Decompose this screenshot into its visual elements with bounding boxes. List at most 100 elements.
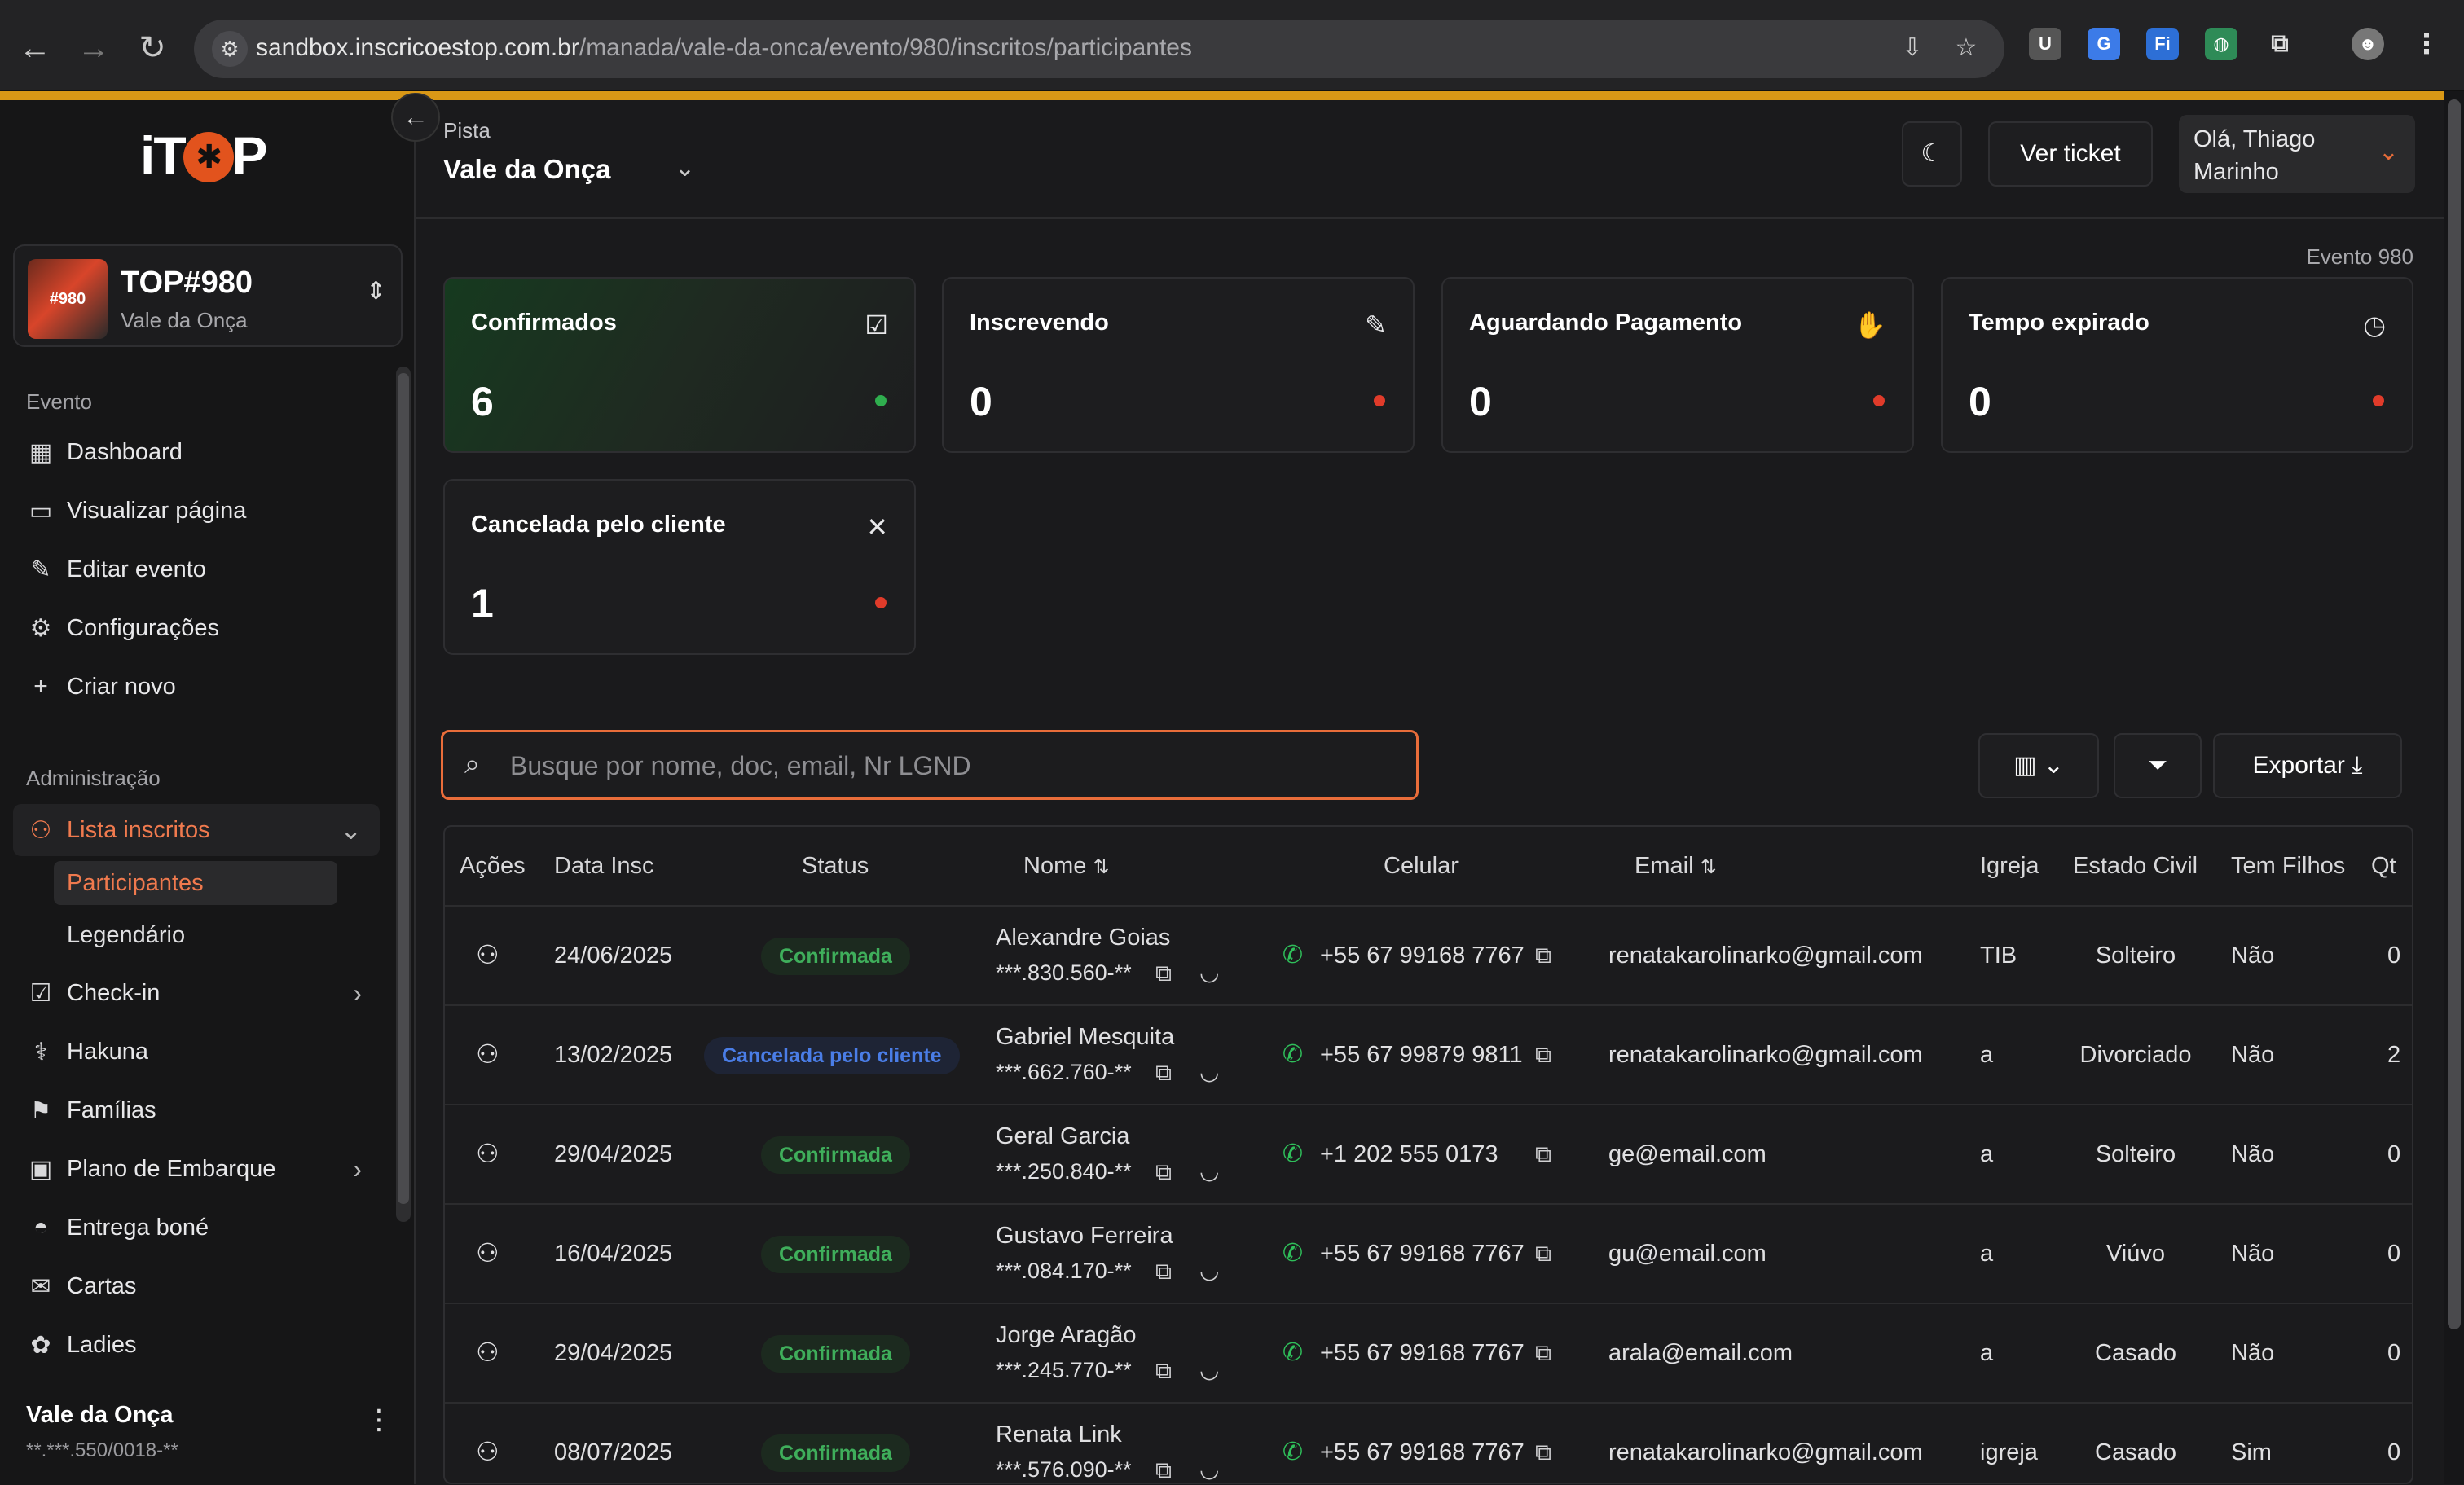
eye-closed-icon[interactable]: ◡ — [1199, 1058, 1219, 1085]
header-celular[interactable]: Celular — [1384, 827, 1459, 905]
sidebar-item-configuracoes[interactable]: ⚙ Configurações — [13, 602, 380, 654]
kebab-menu-icon[interactable]: ⋮ — [365, 1404, 393, 1436]
columns-toggle-button[interactable]: ▥ ⌄ — [1978, 733, 2099, 798]
ver-ticket-button[interactable]: Ver ticket — [1988, 121, 2153, 187]
sort-icon[interactable]: ⇅ — [1093, 856, 1109, 878]
itop-logo[interactable]: iT ✱ P — [140, 125, 268, 187]
copy-icon[interactable]: ⧉ — [1535, 1141, 1551, 1168]
bookmark-star-icon[interactable]: ☆ — [1947, 29, 1985, 67]
whatsapp-icon[interactable]: ✆ — [1283, 941, 1303, 969]
sidebar-item-dashboard[interactable]: ▦ Dashboard — [13, 426, 380, 478]
copy-icon[interactable]: ⧉ — [1535, 1042, 1551, 1069]
table-row[interactable]: ⚇ 29/04/2025 Confirmada Geral Garcia ***.250… — [445, 1104, 2412, 1203]
copy-icon[interactable]: ⧉ — [1535, 1241, 1551, 1268]
event-selector[interactable]: #980 TOP#980 Vale da Onça ⇕ — [13, 244, 403, 347]
pista-select[interactable]: Vale da Onça — [443, 154, 610, 185]
translate-extension-icon[interactable]: G — [2088, 28, 2120, 60]
sort-icon[interactable]: ⇅ — [1701, 856, 1717, 878]
card-inscrevendo[interactable]: Inscrevendo ✎ 0 — [942, 277, 1415, 453]
whatsapp-icon[interactable]: ✆ — [1283, 1438, 1303, 1466]
eye-closed-icon[interactable]: ◡ — [1199, 1257, 1219, 1284]
profile-avatar-icon[interactable]: ☻ — [2352, 28, 2384, 60]
shield-extension-icon[interactable]: U — [2029, 28, 2061, 60]
sidebar-item-ladies[interactable]: ✿ Ladies — [13, 1319, 380, 1371]
header-data-insc[interactable]: Data Insc — [554, 827, 654, 905]
copy-icon[interactable]: ⧉ — [1535, 1340, 1551, 1367]
sidebar-subitem-legendario[interactable]: Legendário — [54, 913, 337, 957]
copy-icon[interactable]: ⧉ — [1155, 960, 1172, 987]
search-field[interactable]: ⌕ — [441, 730, 1419, 800]
copy-icon[interactable]: ⧉ — [1535, 1439, 1551, 1466]
header-igreja[interactable]: Igreja — [1980, 827, 2039, 905]
user-icon[interactable]: ⚇ — [476, 1337, 499, 1368]
card-tempo-expirado[interactable]: Tempo expirado ◷ 0 — [1941, 277, 2413, 453]
copy-icon[interactable]: ⧉ — [1155, 1159, 1172, 1186]
url-text[interactable]: sandbox.inscricoestop.com.br/manada/vale… — [256, 34, 1192, 62]
sidebar-item-criar-novo[interactable]: + Criar novo — [13, 661, 380, 713]
whatsapp-icon[interactable]: ✆ — [1283, 1338, 1303, 1367]
sidebar-item-entrega-bone[interactable]: ◓ Entrega boné — [13, 1202, 380, 1254]
sidebar-scrollbar-thumb[interactable] — [398, 373, 409, 1204]
security-extension-icon[interactable]: ◍ — [2205, 28, 2237, 60]
eye-closed-icon[interactable]: ◡ — [1199, 1158, 1219, 1184]
theme-toggle-button[interactable]: ☾ — [1902, 121, 1962, 187]
user-icon[interactable]: ⚇ — [476, 1138, 499, 1169]
copy-icon[interactable]: ⧉ — [1155, 1259, 1172, 1285]
card-confirmados[interactable]: Confirmados ☑ 6 — [443, 277, 916, 453]
eye-closed-icon[interactable]: ◡ — [1199, 1456, 1219, 1483]
sidebar-item-plano-de-embarque[interactable]: ▣ Plano de Embarque › — [13, 1143, 380, 1195]
sidebar-item-hakuna[interactable]: ⚕ Hakuna — [13, 1026, 380, 1078]
reload-icon[interactable]: ↻ — [129, 24, 176, 72]
search-input[interactable] — [510, 742, 1390, 789]
sidebar-item-familias[interactable]: ⚑ Famílias — [13, 1084, 380, 1136]
header-qt[interactable]: Qt — [2371, 827, 2396, 905]
forward-icon[interactable]: → — [70, 24, 117, 72]
site-settings-icon[interactable]: ⚙ — [212, 31, 248, 67]
whatsapp-icon[interactable]: ✆ — [1283, 1239, 1303, 1268]
header-email[interactable]: Email ⇅ — [1635, 827, 1717, 905]
puzzle-extensions-icon[interactable]: ⧉ — [2264, 28, 2296, 60]
eye-closed-icon[interactable]: ◡ — [1199, 1356, 1219, 1383]
table-row[interactable]: ⚇ 08/07/2025 Confirmada Renata Link ***.576.… — [445, 1402, 2412, 1483]
user-menu-button[interactable]: Olá, Thiago Marinho ⌄ — [2179, 115, 2415, 193]
sidebar-subitem-participantes[interactable]: Participantes — [54, 861, 337, 905]
user-icon[interactable]: ⚇ — [476, 939, 499, 970]
address-bar[interactable]: ⚙ sandbox.inscricoestop.com.br/manada/va… — [194, 20, 2004, 78]
page-scrollbar-thumb[interactable] — [2448, 99, 2461, 1329]
sidebar-item-check-in[interactable]: ☑ Check-in › — [13, 967, 380, 1019]
user-icon[interactable]: ⚇ — [476, 1237, 499, 1268]
whatsapp-icon[interactable]: ✆ — [1283, 1140, 1303, 1168]
header-status[interactable]: Status — [802, 827, 869, 905]
browser-menu-icon[interactable]: ⋮ — [2410, 28, 2443, 60]
copy-icon[interactable]: ⧉ — [1155, 1457, 1172, 1483]
card-aguardando-pagamento[interactable]: Aguardando Pagamento ✋ 0 — [1441, 277, 1914, 453]
user-icon[interactable]: ⚇ — [476, 1039, 499, 1070]
copy-icon[interactable]: ⧉ — [1155, 1358, 1172, 1385]
copy-icon[interactable]: ⧉ — [1155, 1060, 1172, 1087]
export-button[interactable]: Exportar ⤓ — [2213, 733, 2402, 798]
copy-icon[interactable]: ⧉ — [1535, 942, 1551, 969]
user-icon[interactable]: ⚇ — [476, 1436, 499, 1467]
header-tem-filhos[interactable]: Tem Filhos — [2231, 827, 2345, 905]
header-nome[interactable]: Nome ⇅ — [1023, 827, 1110, 905]
whatsapp-icon[interactable]: ✆ — [1283, 1040, 1303, 1069]
page-scrollbar[interactable] — [2444, 91, 2464, 1484]
collapse-sidebar-button[interactable]: ← — [391, 93, 440, 142]
install-app-icon[interactable]: ⇩ — [1894, 29, 1931, 67]
sidebar-item-visualizar-pagina[interactable]: ▭ Visualizar página — [13, 485, 380, 537]
header-estado-civil[interactable]: Estado Civil — [2073, 827, 2198, 905]
table-row[interactable]: ⚇ 29/04/2025 Confirmada Jorge Aragão ***.245… — [445, 1303, 2412, 1402]
sidebar-item-editar-evento[interactable]: ✎ Editar evento — [13, 543, 380, 595]
table-row[interactable]: ⚇ 13/02/2025 Cancelada pelo cliente Gabriel… — [445, 1004, 2412, 1104]
sidebar-scrollbar[interactable] — [396, 367, 411, 1222]
fi-extension-icon[interactable]: Fi — [2146, 28, 2179, 60]
filter-button[interactable]: ⏷ — [2114, 733, 2202, 798]
table-row[interactable]: ⚇ 24/06/2025 Confirmada Alexandre Goias ***.… — [445, 905, 2412, 1004]
back-icon[interactable]: ← — [11, 24, 59, 72]
sidebar-item-lista-inscritos[interactable]: ⚇ Lista inscritos ⌄ — [13, 804, 380, 856]
chevron-down-icon[interactable]: ⌄ — [675, 154, 695, 182]
table-row[interactable]: ⚇ 16/04/2025 Confirmada Gustavo Ferreira ***… — [445, 1203, 2412, 1303]
card-cancelada-pelo-cliente[interactable]: Cancelada pelo cliente ✕ 1 — [443, 479, 916, 655]
sidebar-item-cartas[interactable]: ✉ Cartas — [13, 1260, 380, 1312]
eye-closed-icon[interactable]: ◡ — [1199, 959, 1219, 986]
